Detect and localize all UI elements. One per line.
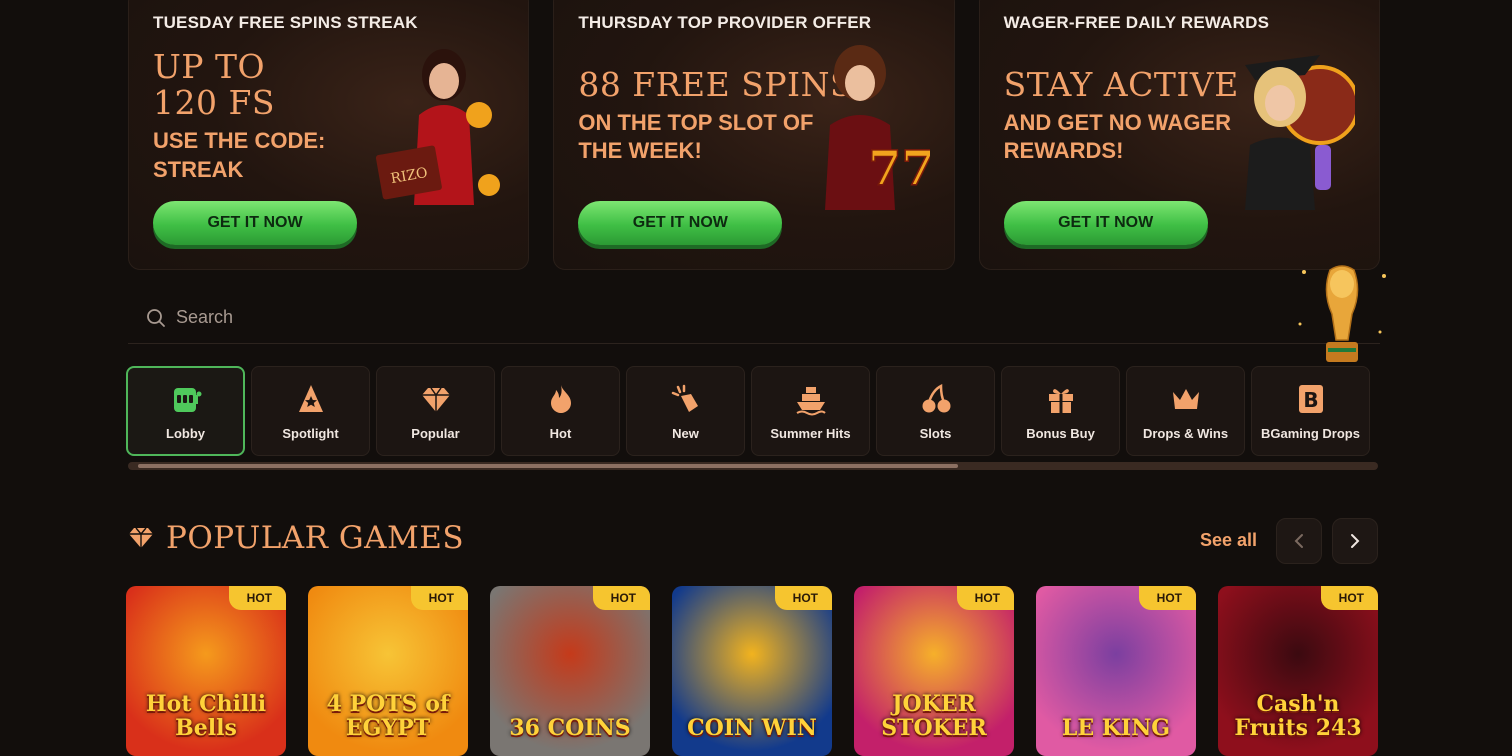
game-title: COIN WIN [687, 715, 817, 741]
hot-badge: HOT [1138, 586, 1196, 610]
hot-badge: HOT [228, 586, 286, 610]
promo-sub-line1: AND GET NO WAGER [1003, 110, 1231, 135]
game-card[interactable]: HOT Cash'n Fruits 243 [1218, 586, 1378, 756]
promo-sub-line2: THE WEEK! [578, 138, 702, 163]
tab-label: Lobby [166, 425, 205, 441]
tab-spotlight[interactable]: Spotlight [251, 366, 370, 456]
b-icon: B [1298, 384, 1323, 413]
game-title: Hot Chilli Bells [145, 691, 267, 741]
hot-badge: HOT [774, 586, 832, 610]
game-card[interactable]: HOT Hot Chilli Bells [126, 586, 286, 756]
game-card[interactable]: HOT JOKER STOKER [854, 586, 1014, 756]
tab-label: Popular [411, 425, 460, 441]
game-title: Cash'n Fruits 243 [1234, 691, 1362, 741]
promo-title: THURSDAY TOP PROVIDER OFFER [578, 13, 872, 32]
gift-icon [1048, 388, 1073, 413]
spotlight-icon [298, 384, 323, 412]
hot-badge: HOT [592, 586, 650, 610]
new-icon [671, 384, 698, 412]
popular-games-list: HOT Hot Chilli Bells HOT 4 POTS of EGYPT… [126, 586, 1378, 756]
chevron-left-icon [1294, 534, 1303, 548]
diamond-icon [129, 527, 153, 548]
promo-character-image [1244, 55, 1355, 210]
tab-drops-wins[interactable]: Drops & Wins [1126, 366, 1245, 456]
search-bar [128, 292, 1380, 344]
game-card[interactable]: HOT 4 POTS of EGYPT [308, 586, 468, 756]
get-it-now-button[interactable]: GET IT NOW [1003, 201, 1208, 245]
game-title: LE KING [1061, 715, 1171, 741]
search-input[interactable] [176, 307, 576, 328]
tab-label: Summer Hits [770, 425, 851, 441]
next-button[interactable] [1332, 518, 1378, 564]
promo-sub-line2: REWARDS! [1003, 138, 1124, 163]
get-it-now-button[interactable]: GET IT NOW [153, 201, 357, 245]
promo-card-tuesday: TUESDAY FREE SPINS STREAK UP TO 120 FS U… [128, 0, 530, 270]
popular-games-heading: POPULAR GAMES [128, 520, 464, 556]
flame-icon [550, 384, 571, 413]
game-card[interactable]: HOT LE KING [1036, 586, 1196, 756]
section-title: POPULAR GAMES [166, 520, 465, 556]
promo-title: WAGER-FREE DAILY REWARDS [1003, 13, 1270, 32]
tab-label: Hot [549, 425, 572, 441]
game-title: JOKER STOKER [881, 691, 987, 741]
search-icon [147, 308, 165, 327]
promo-headline-line1: STAY ACTIVE [1003, 65, 1239, 104]
svg-text:B: B [1303, 388, 1318, 412]
game-title: 4 POTS of EGYPT [326, 691, 450, 741]
crown-icon [1172, 388, 1199, 409]
hot-badge: HOT [956, 586, 1014, 610]
chevron-right-icon [1351, 534, 1360, 548]
tab-bonus-buy[interactable]: Bonus Buy [1001, 366, 1120, 456]
tab-hot[interactable]: Hot [501, 366, 620, 456]
tab-popular[interactable]: Popular [376, 366, 495, 456]
tab-label: Drops & Wins [1142, 425, 1229, 441]
promo-sub-line2: STREAK [153, 157, 244, 182]
promo-sub-line1: USE THE CODE: [153, 128, 326, 153]
promo-headline-line2: 120 FS [153, 83, 275, 122]
promo-character-image: RIZO [376, 49, 501, 205]
promo-title: TUESDAY FREE SPINS STREAK [153, 13, 418, 32]
hot-badge: HOT [410, 586, 468, 610]
see-all-link[interactable]: See all [1200, 530, 1257, 551]
game-card[interactable]: HOT 36 COINS [490, 586, 650, 756]
svg-text:777: 777 [868, 141, 930, 197]
tab-bgaming-drops[interactable]: B BGaming Drops [1251, 366, 1370, 456]
get-it-now-button[interactable]: GET IT NOW [578, 201, 783, 245]
promo-card-thursday: THURSDAY TOP PROVIDER OFFER 88 FREE SPIN… [553, 0, 955, 270]
promo-character-image: 777 [824, 45, 930, 210]
category-tabs: Lobby Spotlight Popular Hot New Summer H… [126, 366, 1370, 456]
promo-sub-line1: ON THE TOP SLOT OF [578, 110, 814, 135]
tab-summer-hits[interactable]: Summer Hits [751, 366, 870, 456]
trophy-icon[interactable] [1292, 262, 1392, 374]
tab-label: Spotlight [282, 425, 339, 441]
tab-slots[interactable]: Slots [876, 366, 995, 456]
game-card[interactable]: HOT COIN WIN [672, 586, 832, 756]
tab-label: BGaming Drops [1261, 425, 1360, 441]
tab-label: New [672, 425, 699, 441]
slot-machine-icon [173, 387, 201, 412]
hot-badge: HOT [1320, 586, 1378, 610]
ship-icon [795, 386, 826, 415]
game-title: 36 COINS [509, 715, 631, 741]
tab-lobby[interactable]: Lobby [126, 366, 245, 456]
tab-label: Slots [919, 425, 952, 441]
category-scrollbar[interactable] [128, 462, 1378, 470]
diamond-icon [421, 387, 450, 412]
promo-card-wager-free: WAGER-FREE DAILY REWARDS STAY ACTIVE AND… [978, 0, 1380, 270]
prev-button[interactable] [1276, 518, 1322, 564]
scrollbar-thumb[interactable] [138, 464, 958, 468]
cherries-icon [922, 383, 950, 412]
promo-headline-line1: UP TO [153, 47, 266, 86]
tab-new[interactable]: New [626, 366, 745, 456]
tab-label: Bonus Buy [1026, 425, 1095, 441]
promo-cards: TUESDAY FREE SPINS STREAK UP TO 120 FS U… [128, 0, 1380, 270]
